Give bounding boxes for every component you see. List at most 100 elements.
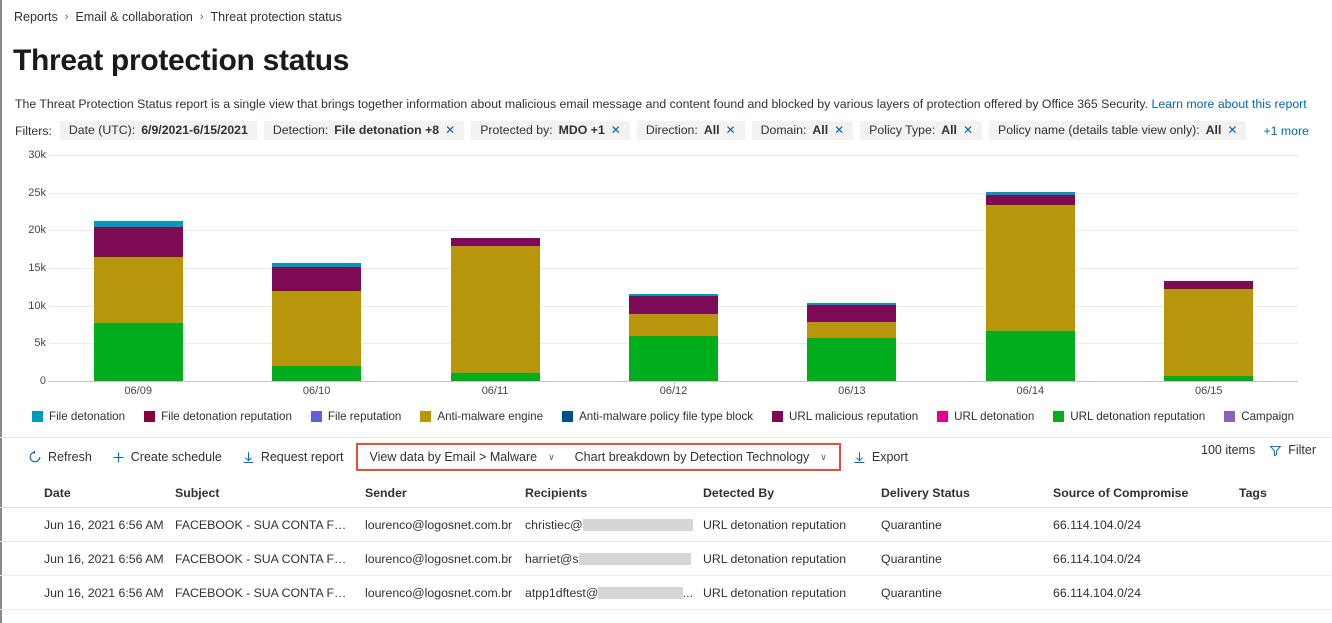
chart-bar-segment[interactable] xyxy=(985,205,1075,331)
table-row[interactable]: Jun 16, 2021 6:56 AM FACEBOOK - SUA CONTA… xyxy=(0,508,1332,542)
filter-pill-label: Policy Type: xyxy=(869,123,936,137)
page-description: The Threat Protection Status report is a… xyxy=(15,97,1307,111)
chart-bar-segment[interactable] xyxy=(807,304,897,323)
chart-bar-slot xyxy=(227,145,405,381)
chart-bar-segment[interactable] xyxy=(628,313,718,336)
chart-bar-segment[interactable] xyxy=(628,295,718,314)
cell-detected-by: URL detonation reputation xyxy=(703,585,847,600)
cell-subject: FACEBOOK - SUA CONTA FOI TEMP... xyxy=(175,551,365,566)
breadcrumb-item-email-collaboration[interactable]: Email & collaboration xyxy=(75,10,192,24)
y-axis-tick-label: 20k xyxy=(28,224,46,237)
chart-bar-segment[interactable] xyxy=(985,330,1075,381)
table-row[interactable]: Jun 16, 2021 6:56 AM FACEBOOK - SUA CONTA… xyxy=(0,576,1332,610)
filter-pill[interactable]: Policy name (details table view only): Al… xyxy=(989,121,1247,140)
column-header-delivery-status[interactable]: Delivery Status xyxy=(881,486,1053,500)
legend-item[interactable]: File detonation reputation xyxy=(144,410,292,423)
chart-bar-segment[interactable] xyxy=(272,291,362,366)
chart-bar[interactable] xyxy=(272,262,362,381)
learn-more-link[interactable]: Learn more about this report xyxy=(1152,97,1307,111)
chart-bar-slot xyxy=(763,145,941,381)
filter-pill-close-icon[interactable]: ✕ xyxy=(726,124,736,136)
chart-bar-segment[interactable] xyxy=(93,226,183,258)
chart-bar-segment[interactable] xyxy=(450,373,540,381)
view-data-by-dropdown[interactable]: View data by Email > Malware ∨ xyxy=(360,446,565,468)
column-header-tags[interactable]: Tags xyxy=(1239,486,1299,500)
filter-label: Filter xyxy=(1288,443,1316,457)
filter-pill-close-icon[interactable]: ✕ xyxy=(1227,124,1237,136)
filter-pill-close-icon[interactable]: ✕ xyxy=(963,124,973,136)
refresh-icon xyxy=(28,450,42,464)
chart-bar-segment[interactable] xyxy=(450,246,540,374)
filter-pill[interactable]: Detection: File detonation +8 ✕ xyxy=(263,121,465,140)
refresh-button[interactable]: Refresh xyxy=(18,446,102,468)
breadcrumb-item-threat-protection-status[interactable]: Threat protection status xyxy=(211,10,342,24)
chart-bar-segment[interactable] xyxy=(93,323,183,381)
legend-item[interactable]: Anti-malware policy file type block xyxy=(562,410,753,423)
legend-item[interactable]: Anti-malware engine xyxy=(420,410,543,423)
recipient-visible-text: christiec@ xyxy=(525,517,583,532)
chart-bar[interactable] xyxy=(985,192,1075,381)
breadcrumb-separator-icon: › xyxy=(199,11,204,23)
table-row[interactable]: Jun 16, 2021 6:56 AM FACEBOOK - SUA CONTA… xyxy=(0,542,1332,576)
column-header-subject[interactable]: Subject xyxy=(175,486,365,500)
x-axis-tick xyxy=(673,381,675,386)
chart-bar[interactable] xyxy=(807,303,897,381)
filter-pill[interactable]: Date (UTC): 6/9/2021-6/15/2021 xyxy=(59,121,257,140)
legend-swatch xyxy=(420,411,432,422)
legend-item[interactable]: URL malicious reputation xyxy=(772,410,918,423)
cell-detected-by: URL detonation reputation xyxy=(703,551,847,566)
filter-pill-close-icon[interactable]: ✕ xyxy=(445,124,455,136)
legend-item[interactable]: URL detonation xyxy=(937,410,1034,423)
filter-pill-label: Detection: xyxy=(272,123,329,137)
legend-swatch xyxy=(772,411,784,422)
y-axis-tick-label: 5k xyxy=(34,337,46,350)
column-header-recipients[interactable]: Recipients xyxy=(525,486,703,500)
legend-item[interactable]: File detonation xyxy=(32,410,125,423)
filter-button[interactable]: Filter xyxy=(1269,443,1316,457)
column-header-date[interactable]: Date xyxy=(0,486,175,500)
filter-pill-value: All xyxy=(1205,123,1222,137)
legend-swatch xyxy=(562,411,574,422)
x-axis-tick-label: 06/14 xyxy=(673,381,1119,397)
chart-bar-segment[interactable] xyxy=(450,237,540,247)
column-header-sender[interactable]: Sender xyxy=(365,486,525,500)
chart-bar-segment[interactable] xyxy=(1164,289,1254,377)
chart-bar-segment[interactable] xyxy=(807,338,897,381)
create-schedule-button[interactable]: Create schedule xyxy=(102,446,232,468)
chart-breakdown-dropdown[interactable]: Chart breakdown by Detection Technology … xyxy=(565,446,837,468)
legend-item[interactable]: File reputation xyxy=(310,410,401,423)
chart-bar-segment[interactable] xyxy=(1164,376,1254,381)
filter-pill[interactable]: Protected by: MDO +1 ✕ xyxy=(471,121,630,140)
chart-bar[interactable] xyxy=(628,294,718,381)
chart-bar[interactable] xyxy=(1164,280,1254,381)
chart-bar-segment[interactable] xyxy=(628,335,718,381)
legend-item[interactable]: URL detonation reputation xyxy=(1053,410,1205,423)
chart-bar-segment[interactable] xyxy=(807,322,897,339)
chart-bar-segment[interactable] xyxy=(272,365,362,381)
filter-pill[interactable]: Domain: All ✕ xyxy=(751,121,854,140)
chart-bar-segment[interactable] xyxy=(1164,280,1254,290)
breadcrumb-item-reports[interactable]: Reports xyxy=(14,10,58,24)
chart-bar-segment[interactable] xyxy=(93,257,183,323)
filter-pill-close-icon[interactable]: ✕ xyxy=(611,124,621,136)
chart-bar-segment[interactable] xyxy=(985,194,1075,206)
filter-pill-close-icon[interactable]: ✕ xyxy=(834,124,844,136)
filter-pill[interactable]: Policy Type: All ✕ xyxy=(860,121,983,140)
cell-recipients: atpp1dftest@... xyxy=(525,586,703,600)
cell-recipients: harriet@s xyxy=(525,552,703,566)
filters-more-link[interactable]: +1 more xyxy=(1263,124,1308,138)
filter-pill-label: Domain: xyxy=(760,123,807,137)
cell-date: Jun 16, 2021 6:56 AM xyxy=(44,551,164,566)
request-report-button[interactable]: Request report xyxy=(232,446,354,468)
column-header-detected-by[interactable]: Detected By xyxy=(703,486,881,500)
filter-pill[interactable]: Direction: All ✕ xyxy=(636,121,745,140)
chart-bar[interactable] xyxy=(93,220,183,381)
x-axis-tick-label: 06/15 xyxy=(673,381,1298,397)
refresh-label: Refresh xyxy=(48,450,92,464)
export-button[interactable]: Export xyxy=(843,446,918,468)
chart-bar[interactable] xyxy=(450,237,540,381)
column-header-source-of-compromise[interactable]: Source of Compromise xyxy=(1053,486,1239,500)
chart-bar-segment[interactable] xyxy=(272,266,362,292)
legend-item[interactable]: Campaign xyxy=(1224,410,1294,423)
chart-plot-area xyxy=(49,145,1298,382)
